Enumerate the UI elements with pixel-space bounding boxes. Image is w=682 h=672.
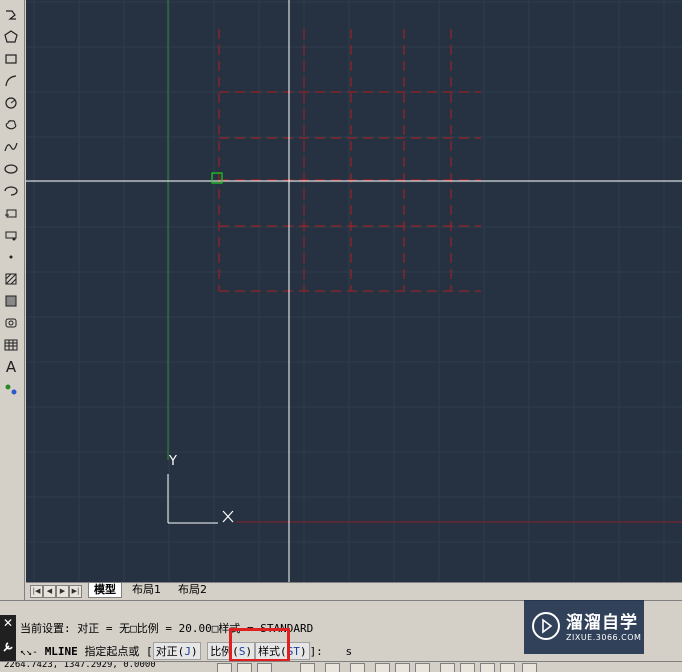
layout-tabs-bar: |◀ ◀ ▶ ▶| 模型 布局1 布局2 bbox=[26, 582, 682, 599]
spline-icon[interactable] bbox=[2, 138, 20, 156]
command-prompt-line[interactable]: ↖↘- MLINE 指定起点或 [对正(J) 比例(S) 样式(ST)]: s bbox=[20, 642, 352, 660]
ucs-icon bbox=[167, 474, 234, 524]
revision-cloud-icon[interactable] bbox=[2, 116, 20, 134]
rectangle-icon[interactable] bbox=[2, 50, 20, 68]
polygon-icon[interactable] bbox=[2, 28, 20, 46]
prompt-end: ]: bbox=[309, 645, 323, 658]
close-icon[interactable]: ✕ bbox=[2, 616, 14, 630]
add-selected-icon[interactable] bbox=[2, 380, 20, 398]
model-space-drawing bbox=[26, 0, 682, 582]
tab-layout1[interactable]: 布局1 bbox=[127, 583, 166, 597]
ellipse-icon[interactable] bbox=[2, 160, 20, 178]
coordinate-readout: 2264.7423, 1347.2929, 0.0000 bbox=[4, 661, 156, 670]
insert-block-icon[interactable] bbox=[2, 204, 20, 222]
arc-icon[interactable] bbox=[2, 72, 20, 90]
command-name: MLINE bbox=[44, 645, 78, 658]
multiline-drawing bbox=[218, 29, 481, 292]
tab-model[interactable]: 模型 bbox=[88, 583, 122, 598]
last-tab-button[interactable]: ▶| bbox=[69, 585, 82, 598]
draw-toolbar: A bbox=[0, 0, 25, 600]
ellipse-arc-icon[interactable] bbox=[2, 182, 20, 200]
prompt-arrow-icon: ↖↘- bbox=[20, 647, 39, 658]
circle-icon[interactable] bbox=[2, 94, 20, 112]
command-input[interactable]: s bbox=[345, 645, 352, 658]
watermark-url: ZIXUE.3066.COM bbox=[566, 633, 642, 642]
drawing-canvas[interactable]: Y bbox=[26, 0, 682, 582]
tab-layout2[interactable]: 布局2 bbox=[173, 583, 212, 597]
highlight-box bbox=[229, 628, 290, 662]
region-icon[interactable] bbox=[2, 314, 20, 332]
next-tab-button[interactable]: ▶ bbox=[56, 585, 69, 598]
previous-tab-button[interactable]: ◀ bbox=[43, 585, 56, 598]
status-bar: 2264.7423, 1347.2929, 0.0000 bbox=[0, 661, 682, 672]
ucs-y-label: Y bbox=[169, 454, 177, 469]
point-icon[interactable] bbox=[2, 248, 20, 266]
watermark: 溜溜自学 ZIXUE.3066.COM bbox=[524, 600, 644, 654]
hatch-icon[interactable] bbox=[2, 270, 20, 288]
multiline-text-icon[interactable]: A bbox=[2, 358, 20, 376]
table-icon[interactable] bbox=[2, 336, 20, 354]
first-tab-button[interactable]: |◀ bbox=[30, 585, 43, 598]
wrench-icon[interactable] bbox=[2, 641, 14, 655]
polyline-icon[interactable] bbox=[2, 6, 20, 24]
make-block-icon[interactable] bbox=[2, 226, 20, 244]
watermark-title: 溜溜自学 bbox=[566, 613, 638, 633]
gradient-icon[interactable] bbox=[2, 292, 20, 310]
prompt-text: 指定起点或 [ bbox=[84, 645, 153, 658]
watermark-logo-icon bbox=[532, 612, 560, 640]
option-justify[interactable]: 对正(J) bbox=[152, 642, 201, 660]
